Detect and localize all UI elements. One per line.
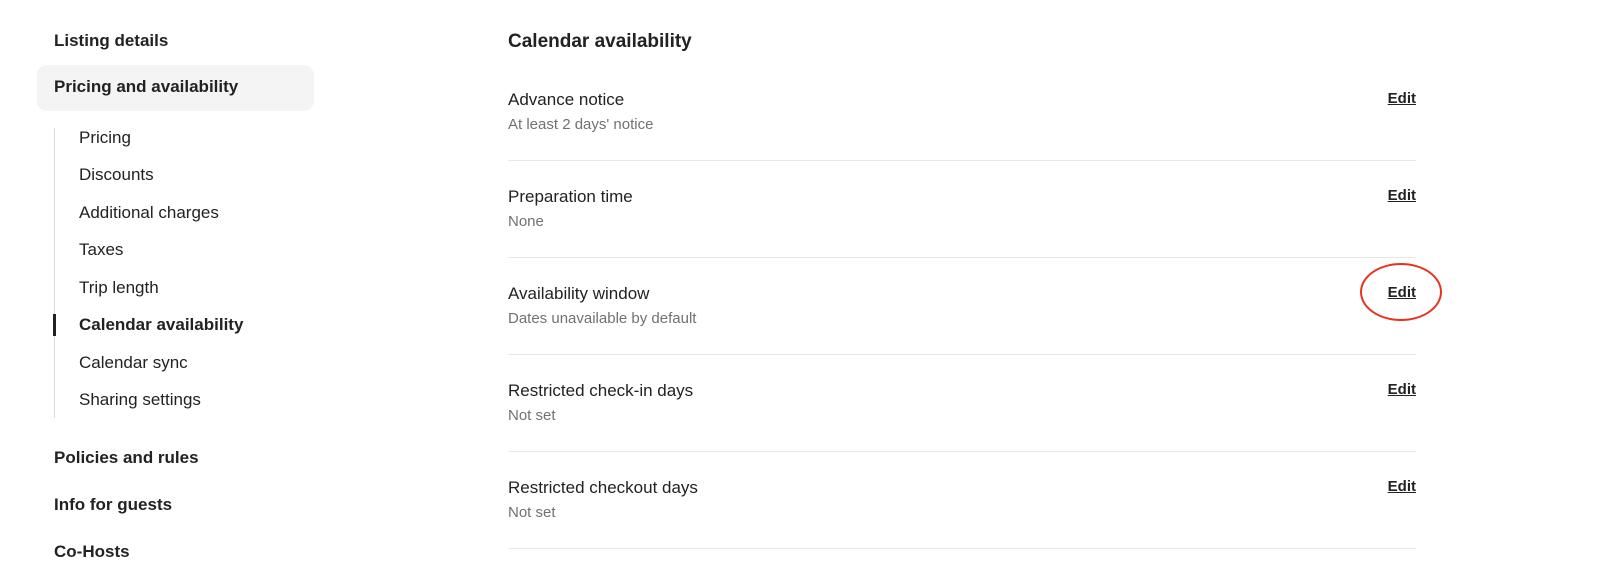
edit-restricted-checkout-days-button[interactable]: Edit: [1388, 478, 1416, 495]
setting-row-preparation-time: Preparation time None Edit: [508, 187, 1416, 258]
setting-label: Preparation time: [508, 187, 633, 206]
active-indicator: [53, 314, 56, 336]
sidebar-item-label: Pricing and availability: [54, 77, 239, 96]
sidebar-item-policies-and-rules[interactable]: Policies and rules: [54, 448, 199, 468]
setting-row-advance-notice: Advance notice At least 2 days' notice E…: [508, 90, 1416, 161]
edit-advance-notice-button[interactable]: Edit: [1388, 90, 1416, 107]
setting-label: Restricted checkout days: [508, 478, 698, 497]
setting-value: Dates unavailable by default: [508, 310, 697, 327]
sidebar-item-co-hosts[interactable]: Co-Hosts: [54, 542, 130, 562]
subnav-item-trip-length[interactable]: Trip length: [79, 278, 159, 298]
subnav-item-sharing-settings[interactable]: Sharing settings: [79, 390, 201, 410]
subnav-item-calendar-availability[interactable]: Calendar availability: [79, 315, 243, 335]
setting-value: Not set: [508, 504, 556, 521]
sidebar: Listing details Pricing and availability…: [0, 0, 330, 578]
subnav-item-taxes[interactable]: Taxes: [79, 240, 123, 260]
setting-row-availability-window: Availability window Dates unavailable by…: [508, 284, 1416, 355]
setting-row-restricted-check-in-days: Restricted check-in days Not set Edit: [508, 381, 1416, 452]
edit-restricted-check-in-days-button[interactable]: Edit: [1388, 381, 1416, 398]
edit-availability-window-button[interactable]: Edit: [1388, 284, 1416, 301]
setting-value: None: [508, 213, 544, 230]
sidebar-item-listing-details[interactable]: Listing details: [54, 31, 168, 51]
setting-value: Not set: [508, 407, 556, 424]
edit-preparation-time-button[interactable]: Edit: [1388, 187, 1416, 204]
sidebar-subnav: Pricing Discounts Additional charges Tax…: [53, 128, 315, 418]
subnav-item-calendar-sync[interactable]: Calendar sync: [79, 353, 188, 373]
subnav-item-discounts[interactable]: Discounts: [79, 165, 154, 185]
page-title: Calendar availability: [508, 31, 692, 52]
setting-label: Availability window: [508, 284, 650, 303]
setting-label: Advance notice: [508, 90, 625, 109]
sidebar-item-info-for-guests[interactable]: Info for guests: [54, 495, 172, 515]
setting-row-restricted-checkout-days: Restricted checkout days Not set Edit: [508, 478, 1416, 549]
setting-value: At least 2 days' notice: [508, 116, 654, 133]
subnav-item-additional-charges[interactable]: Additional charges: [79, 203, 219, 223]
subnav-item-pricing[interactable]: Pricing: [79, 128, 131, 148]
setting-label: Restricted check-in days: [508, 381, 694, 400]
sidebar-item-pricing-and-availability[interactable]: Pricing and availability: [37, 65, 314, 111]
